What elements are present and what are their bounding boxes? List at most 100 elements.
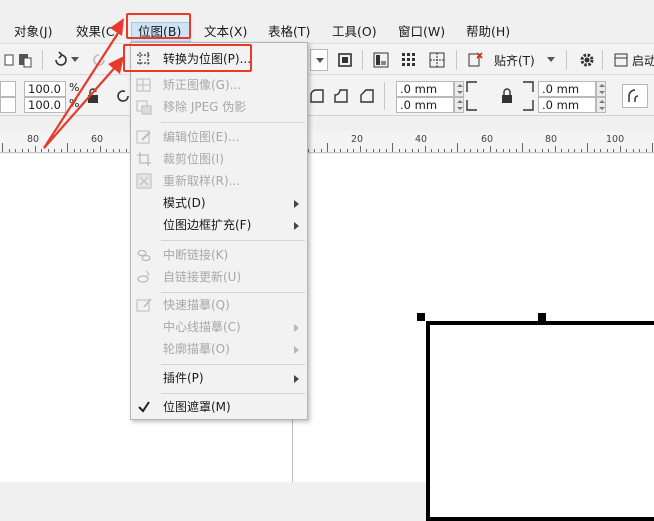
- ruler-tick: [548, 149, 549, 152]
- ruler-tick: [418, 149, 419, 152]
- guidelines-icon[interactable]: [426, 49, 448, 71]
- ruler-tick: [333, 149, 335, 152]
- ruler-tick: [8, 149, 10, 152]
- ruler-tick: [411, 149, 413, 152]
- ruler-tick: [99, 146, 101, 152]
- rectangle-shape[interactable]: [426, 321, 654, 521]
- launch-label[interactable]: 启动: [632, 52, 654, 70]
- corner-tl-icon: [464, 79, 480, 95]
- ruler-tick: [398, 149, 400, 152]
- menu-window[interactable]: 窗口(W): [392, 22, 451, 42]
- ruler-tick: [405, 149, 406, 152]
- ruler-tick: [502, 149, 504, 152]
- launch-icon[interactable]: [610, 49, 632, 71]
- ruler-label: 60: [481, 134, 494, 145]
- position-x-field[interactable]: [0, 81, 16, 97]
- menu-separator: [161, 292, 305, 293]
- position-y-field[interactable]: [0, 97, 16, 113]
- full-screen-icon[interactable]: [334, 49, 356, 71]
- menu-item-plugins[interactable]: 插件(P): [131, 367, 307, 389]
- lock-corners-icon[interactable]: [496, 85, 518, 107]
- snap-off-icon[interactable]: [464, 49, 486, 71]
- menu-object[interactable]: 对象(J): [8, 22, 58, 42]
- ruler-tick: [340, 149, 341, 152]
- snap-to-button[interactable]: 贴齐(T): [494, 52, 535, 70]
- zoom-dropdown[interactable]: [310, 49, 328, 71]
- menu-item-label: 自链接更新(U): [163, 270, 242, 284]
- scale-x-field[interactable]: 100.0: [24, 81, 66, 97]
- selection-handle[interactable]: [417, 313, 425, 321]
- ruler-label: 100: [606, 134, 625, 145]
- menu-table[interactable]: 表格(T): [262, 22, 316, 42]
- ruler-label: 80: [545, 134, 558, 145]
- corner-radius-4-field[interactable]: .0 mm: [538, 97, 596, 113]
- ruler-tick: [632, 149, 634, 152]
- jpeg-icon: [136, 99, 152, 115]
- menu-item-label: 矫正图像(G)...: [163, 78, 242, 92]
- ruler-tick: [47, 149, 49, 152]
- chamfer-corner-icon[interactable]: [356, 85, 378, 107]
- round-corner-icon[interactable]: [306, 85, 328, 107]
- undo-dropdown-icon[interactable]: [70, 49, 80, 71]
- ruler-label: 60: [91, 134, 104, 145]
- ruler-tick: [450, 149, 452, 152]
- menu-item-label: 模式(D): [163, 196, 206, 210]
- ruler-tick: [112, 149, 114, 152]
- lock-ratio-icon[interactable]: [82, 85, 104, 107]
- ruler-tick: [619, 146, 621, 152]
- scallop-corner-icon[interactable]: [330, 85, 352, 107]
- ruler-tick: [119, 149, 120, 152]
- menu-text[interactable]: 文本(X): [198, 22, 253, 42]
- grid-icon[interactable]: [398, 49, 420, 71]
- undo-icon[interactable]: [50, 49, 72, 71]
- menubar: 对象(J) 效果(C) 位图(B) 文本(X) 表格(T) 工具(O) 窗口(W…: [0, 0, 654, 42]
- menu-tools[interactable]: 工具(O): [326, 22, 383, 42]
- snap-dropdown-icon[interactable]: [544, 49, 558, 71]
- separator: [384, 82, 385, 110]
- corner-radius-3-field[interactable]: .0 mm: [538, 81, 596, 97]
- menu-item-resample: 重新取样(R)...: [131, 170, 307, 192]
- corner-radius-2-spinner[interactable]: [454, 97, 464, 113]
- ruler-tick: [509, 149, 510, 152]
- separator: [42, 50, 43, 70]
- horizontal-ruler[interactable]: 80 60 20 40 60 80 100: [0, 131, 654, 153]
- ruler-tick: [496, 149, 497, 152]
- corner-scaling-button[interactable]: [622, 84, 648, 108]
- menu-item-bitmap-mask[interactable]: 位图遮罩(M): [131, 396, 307, 418]
- menu-item-label: 中断链接(K): [163, 248, 229, 262]
- scale-y-field[interactable]: 100.0: [24, 97, 66, 113]
- convert-highlight-box: [123, 44, 252, 72]
- rulers-icon[interactable]: [370, 49, 392, 71]
- ruler-tick: [580, 149, 582, 152]
- ruler-tick: [15, 149, 16, 152]
- ruler-tick: [2, 143, 3, 152]
- menu-effects[interactable]: 效果(C): [70, 22, 125, 42]
- corner-radius-2-field[interactable]: .0 mm: [396, 97, 454, 113]
- ruler-tick: [541, 149, 543, 152]
- menu-help[interactable]: 帮助(H): [460, 22, 516, 42]
- menu-item-label: 中心线描摹(C): [163, 320, 241, 334]
- ruler-label: 20: [351, 134, 364, 145]
- redo-icon[interactable]: [88, 49, 110, 71]
- corner-radius-1-field[interactable]: .0 mm: [396, 81, 454, 97]
- menu-item-label: 位图边框扩充(F): [163, 218, 252, 232]
- submenu-arrow-icon: [294, 222, 299, 230]
- menu-item-mode[interactable]: 模式(D): [131, 192, 307, 214]
- paste-icon[interactable]: [14, 49, 36, 71]
- menu-item-quick-trace: 快速描摹(Q): [131, 294, 307, 316]
- selection-handle[interactable]: [538, 313, 546, 321]
- menu-separator: [161, 122, 305, 123]
- gear-icon[interactable]: [576, 49, 598, 71]
- menu-item-break-link: 中断链接(K): [131, 244, 307, 266]
- percent-label: %: [69, 97, 80, 110]
- menu-item-bitmap-border-expand[interactable]: 位图边框扩充(F): [131, 214, 307, 236]
- corner-radius-1-spinner[interactable]: [454, 81, 464, 97]
- corner-radius-3-spinner[interactable]: [596, 81, 606, 97]
- break-link-icon: [136, 247, 152, 263]
- corner-radius-4-spinner[interactable]: [596, 97, 606, 113]
- checkmark-icon: [136, 399, 152, 415]
- ruler-tick: [574, 149, 575, 152]
- corner-br-icon: [520, 97, 536, 113]
- ruler-tick: [346, 149, 348, 152]
- drawing-canvas[interactable]: [0, 154, 654, 521]
